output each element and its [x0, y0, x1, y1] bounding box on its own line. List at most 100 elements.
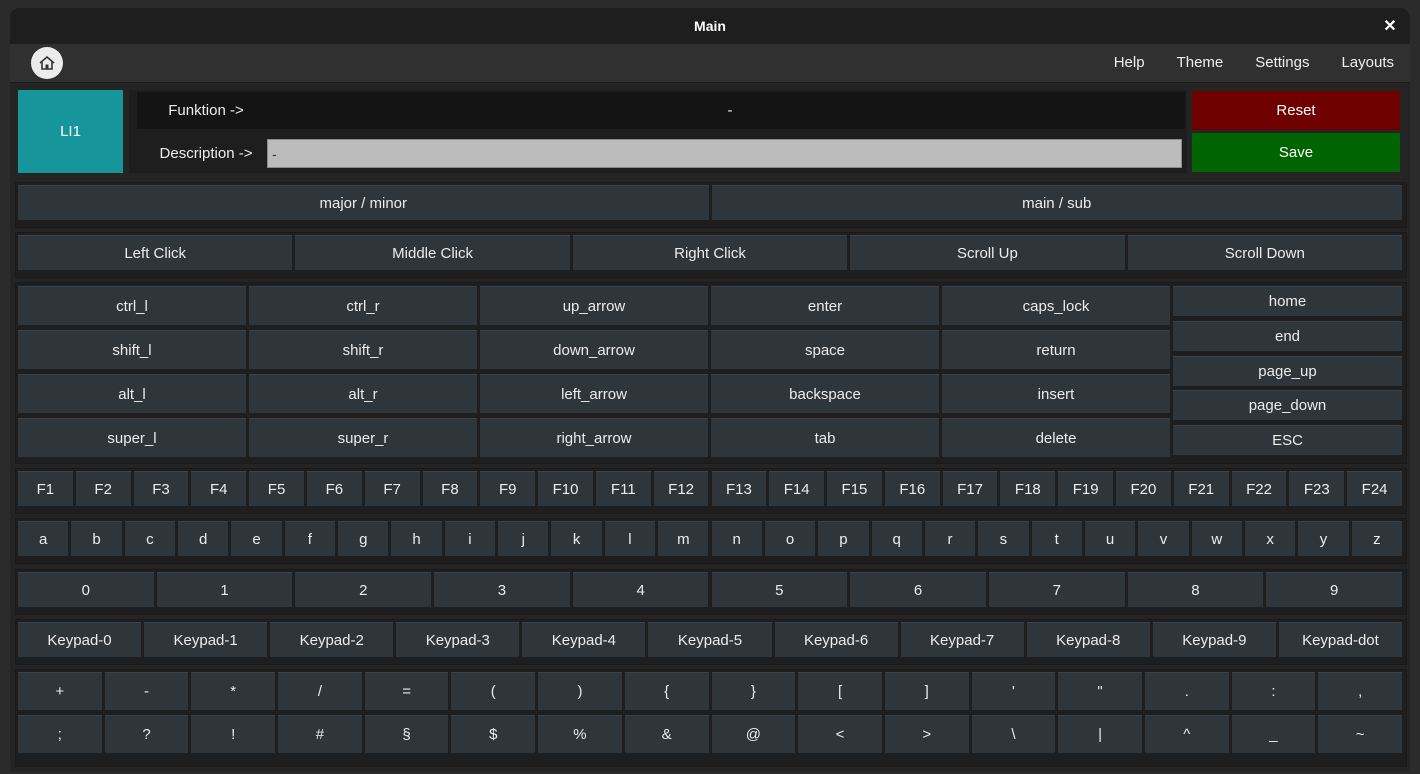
- symbol-tilde-button[interactable]: ~: [1318, 715, 1402, 755]
- symbol-quote-button[interactable]: ": [1058, 672, 1142, 712]
- key-f13-button[interactable]: F13: [711, 471, 767, 508]
- key-super-l-button[interactable]: super_l: [18, 418, 246, 459]
- key-home-button[interactable]: home: [1173, 286, 1402, 318]
- mode-main-sub-button[interactable]: main / sub: [711, 185, 1402, 222]
- key-super-r-button[interactable]: super_r: [249, 418, 477, 459]
- menu-settings[interactable]: Settings: [1239, 44, 1325, 82]
- key-right-arrow-button[interactable]: right_arrow: [480, 418, 708, 459]
- key-g-button[interactable]: g: [338, 521, 389, 558]
- symbol-lbracket-button[interactable]: [: [798, 672, 882, 712]
- key-delete-button[interactable]: delete: [942, 418, 1170, 459]
- symbol-pipe-button[interactable]: |: [1058, 715, 1142, 755]
- key-t-button[interactable]: t: [1031, 521, 1082, 558]
- symbol-apostrophe-button[interactable]: ': [971, 672, 1056, 712]
- key-ctrl-l-button[interactable]: ctrl_l: [18, 286, 246, 327]
- mouse-right-click-button[interactable]: Right Click: [572, 235, 848, 272]
- symbol-dollar-button[interactable]: $: [451, 715, 536, 755]
- digit-3-button[interactable]: 3: [434, 572, 570, 609]
- symbol-plus-button[interactable]: +: [18, 672, 102, 712]
- digit-9-button[interactable]: 9: [1266, 572, 1402, 609]
- symbol-slash-button[interactable]: /: [278, 672, 362, 712]
- digit-8-button[interactable]: 8: [1127, 572, 1264, 609]
- symbol-percent-button[interactable]: %: [538, 715, 622, 755]
- key-page-down-button[interactable]: page_down: [1173, 390, 1402, 423]
- symbol-equals-button[interactable]: =: [364, 672, 449, 712]
- key-v-button[interactable]: v: [1138, 521, 1189, 558]
- symbol-colon-button[interactable]: :: [1231, 672, 1316, 712]
- symbol-question-button[interactable]: ?: [104, 715, 189, 755]
- key-keypad-3-button[interactable]: Keypad-3: [396, 622, 520, 659]
- reset-button[interactable]: Reset: [1192, 91, 1400, 130]
- symbol-period-button[interactable]: .: [1144, 672, 1229, 712]
- key-f11-button[interactable]: F11: [595, 471, 651, 508]
- key-f16-button[interactable]: F16: [884, 471, 940, 508]
- key-f22-button[interactable]: F22: [1231, 471, 1287, 508]
- key-backspace-button[interactable]: backspace: [711, 374, 939, 415]
- key-s-button[interactable]: s: [978, 521, 1029, 558]
- key-esc-button[interactable]: ESC: [1173, 425, 1402, 458]
- symbol-lbrace-button[interactable]: {: [624, 672, 709, 712]
- key-h-button[interactable]: h: [391, 521, 442, 558]
- mouse-scroll-down-button[interactable]: Scroll Down: [1127, 235, 1402, 272]
- digit-4-button[interactable]: 4: [572, 572, 709, 609]
- menu-layouts[interactable]: Layouts: [1325, 44, 1410, 82]
- symbol-minus-button[interactable]: -: [104, 672, 189, 712]
- key-a-button[interactable]: a: [18, 521, 69, 558]
- key-space-button[interactable]: space: [711, 330, 939, 371]
- mouse-scroll-up-button[interactable]: Scroll Up: [850, 235, 1125, 272]
- key-f18-button[interactable]: F18: [1000, 471, 1056, 508]
- digit-5-button[interactable]: 5: [711, 572, 848, 609]
- key-f15-button[interactable]: F15: [827, 471, 882, 508]
- key-f9-button[interactable]: F9: [480, 471, 536, 508]
- key-e-button[interactable]: e: [231, 521, 282, 558]
- key-f4-button[interactable]: F4: [191, 471, 247, 508]
- key-f-button[interactable]: f: [284, 521, 336, 558]
- key-z-button[interactable]: z: [1351, 521, 1402, 558]
- key-n-button[interactable]: n: [711, 521, 762, 558]
- key-f14-button[interactable]: F14: [769, 471, 825, 508]
- key-w-button[interactable]: w: [1191, 521, 1242, 558]
- key-f24-button[interactable]: F24: [1347, 471, 1402, 508]
- mouse-left-click-button[interactable]: Left Click: [18, 235, 293, 272]
- key-f21-button[interactable]: F21: [1173, 471, 1229, 508]
- key-u-button[interactable]: u: [1084, 521, 1136, 558]
- key-f6-button[interactable]: F6: [306, 471, 362, 508]
- digit-0-button[interactable]: 0: [18, 572, 154, 609]
- key-p-button[interactable]: p: [818, 521, 869, 558]
- key-x-button[interactable]: x: [1244, 521, 1296, 558]
- key-b-button[interactable]: b: [71, 521, 122, 558]
- home-button[interactable]: [31, 47, 63, 79]
- digit-7-button[interactable]: 7: [988, 572, 1125, 609]
- key-f5-button[interactable]: F5: [249, 471, 304, 508]
- symbol-lparen-button[interactable]: (: [451, 672, 536, 712]
- key-keypad-2-button[interactable]: Keypad-2: [270, 622, 394, 659]
- key-end-button[interactable]: end: [1173, 320, 1402, 353]
- key-keypad-9-button[interactable]: Keypad-9: [1152, 622, 1276, 659]
- symbol-hash-button[interactable]: #: [278, 715, 362, 755]
- key-m-button[interactable]: m: [658, 521, 709, 558]
- key-shift-l-button[interactable]: shift_l: [18, 330, 246, 371]
- mode-major-minor-button[interactable]: major / minor: [18, 185, 709, 222]
- key-f20-button[interactable]: F20: [1116, 471, 1171, 508]
- key-alt-r-button[interactable]: alt_r: [249, 374, 477, 415]
- symbol-greater-than-button[interactable]: >: [884, 715, 969, 755]
- key-return-button[interactable]: return: [942, 330, 1170, 371]
- key-keypad-5-button[interactable]: Keypad-5: [648, 622, 772, 659]
- key-left-arrow-button[interactable]: left_arrow: [480, 374, 708, 415]
- key-keypad-1-button[interactable]: Keypad-1: [144, 622, 268, 659]
- key-tab-button[interactable]: tab: [711, 418, 939, 459]
- mouse-middle-click-button[interactable]: Middle Click: [295, 235, 570, 272]
- key-f19-button[interactable]: F19: [1058, 471, 1114, 508]
- symbol-rparen-button[interactable]: ): [538, 672, 622, 712]
- key-j-button[interactable]: j: [498, 521, 549, 558]
- key-f1-button[interactable]: F1: [18, 471, 73, 508]
- key-keypad-0-button[interactable]: Keypad-0: [18, 622, 142, 659]
- key-down-arrow-button[interactable]: down_arrow: [480, 330, 708, 371]
- key-alt-l-button[interactable]: alt_l: [18, 374, 246, 415]
- key-page-up-button[interactable]: page_up: [1173, 355, 1402, 388]
- key-d-button[interactable]: d: [178, 521, 229, 558]
- menu-theme[interactable]: Theme: [1161, 44, 1240, 82]
- key-shift-r-button[interactable]: shift_r: [249, 330, 477, 371]
- key-c-button[interactable]: c: [124, 521, 176, 558]
- symbol-semicolon-button[interactable]: ;: [18, 715, 102, 755]
